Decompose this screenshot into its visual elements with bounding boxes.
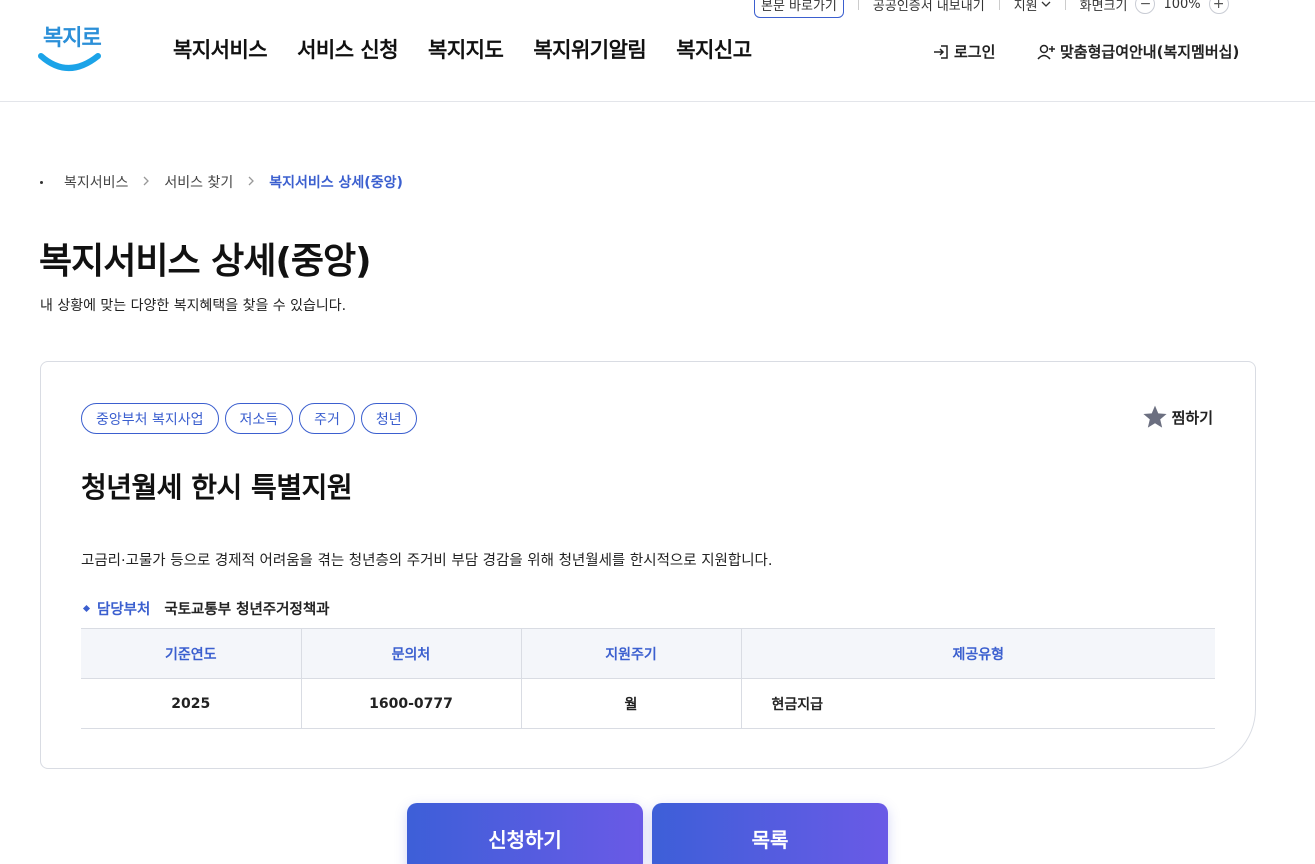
service-title: 청년월세 한시 특별지원 — [81, 471, 353, 504]
service-detail-card: 중앙부처 복지사업 저소득 주거 청년 찜하기 청년월세 한시 특별지원 고금리… — [40, 361, 1256, 769]
language-select[interactable]: 지원 — [1014, 0, 1051, 14]
page-description: 내 상황에 맞는 다양한 복지혜택을 찾을 수 있습니다. — [40, 298, 347, 314]
cell-provision-type: 현금지급 — [741, 678, 1215, 729]
zoom-in-button[interactable]: + — [1208, 0, 1229, 14]
breadcrumb: 복지서비스 서비스 찾기 복지서비스 상세(중앙) — [40, 172, 403, 192]
nav-service-apply[interactable]: 서비스 신청 — [297, 34, 398, 64]
tag-housing[interactable]: 주거 — [299, 403, 355, 434]
star-icon — [1143, 405, 1167, 428]
site-logo[interactable]: 복지로 — [38, 20, 102, 76]
user-add-icon — [1037, 44, 1055, 60]
login-link[interactable]: 로그인 — [932, 41, 995, 62]
service-tags: 중앙부처 복지사업 저소득 주거 청년 — [81, 403, 417, 434]
divider — [857, 0, 859, 10]
header-provision-type: 제공유형 — [741, 628, 1215, 679]
divider — [1064, 0, 1066, 10]
zoom-out-button[interactable]: − — [1135, 0, 1156, 14]
chevron-down-icon — [1041, 1, 1051, 7]
skip-to-content-link[interactable]: 본문 바로가기 — [754, 0, 844, 18]
header-support-cycle: 지원주기 — [521, 628, 742, 679]
table-row: 2025 1600-0777 월 현금지급 — [81, 678, 1215, 729]
login-icon — [934, 44, 948, 59]
nav-welfare-map[interactable]: 복지지도 — [428, 34, 504, 64]
breadcrumb-current: 복지서비스 상세(중앙) — [269, 175, 403, 191]
logo-smile-icon — [38, 53, 101, 71]
favorite-label: 찜하기 — [1171, 408, 1213, 427]
login-label: 로그인 — [954, 43, 996, 61]
header-contact: 문의처 — [301, 628, 522, 679]
department-info: 담당부처 국토교통부 청년주거정책과 — [81, 598, 330, 619]
table-header-row: 기준연도 문의처 지원주기 제공유형 — [81, 628, 1215, 679]
nav-welfare-report[interactable]: 복지신고 — [676, 34, 752, 64]
main-navigation: 복지서비스 서비스 신청 복지지도 복지위기알림 복지신고 — [173, 34, 782, 64]
cell-contact: 1600-0777 — [301, 678, 522, 729]
service-description: 고금리·고물가 등으로 경제적 어려움을 겪는 청년층의 주거비 부담 경감을 … — [81, 553, 773, 569]
list-button[interactable]: 목록 — [652, 803, 888, 864]
department-label: 담당부처 — [97, 602, 151, 618]
service-info-table: 기준연도 문의처 지원주기 제공유형 2025 1600-0777 월 현금지급 — [81, 628, 1215, 729]
cell-base-year: 2025 — [81, 678, 302, 729]
apply-button[interactable]: 신청하기 — [407, 803, 643, 864]
tag-youth[interactable]: 청년 — [360, 403, 417, 434]
tag-central-ministry[interactable]: 중앙부처 복지사업 — [81, 403, 219, 434]
tag-low-income[interactable]: 저소득 — [224, 403, 294, 434]
utility-bar: 본문 바로가기 공공인증서 내보내기 지원 화면크기 − 100% + — [754, 0, 1229, 18]
header-base-year: 기준연도 — [81, 628, 302, 679]
certificate-export-link[interactable]: 공공인증서 내보내기 — [873, 0, 985, 14]
page-title: 복지서비스 상세(중앙) — [39, 241, 372, 282]
zoom-control: 화면크기 − 100% + — [1080, 0, 1229, 14]
chevron-right-icon — [142, 175, 150, 190]
diamond-bullet-icon — [82, 604, 91, 613]
breadcrumb-item-service-search[interactable]: 서비스 찾기 — [164, 172, 233, 192]
divider — [998, 0, 1000, 10]
nav-crisis-alert[interactable]: 복지위기알림 — [533, 34, 646, 64]
department-value: 국토교통부 청년주거정책과 — [164, 602, 330, 618]
home-bullet-icon — [40, 180, 43, 184]
membership-link[interactable]: 맞춤형급여안내(복지멤버십) — [1036, 41, 1239, 62]
language-label: 지원 — [1013, 0, 1038, 14]
nav-welfare-service[interactable]: 복지서비스 — [173, 34, 268, 64]
zoom-value: 100% — [1163, 0, 1201, 12]
zoom-label: 화면크기 — [1079, 0, 1128, 14]
membership-label: 맞춤형급여안내(복지멤버십) — [1060, 43, 1240, 61]
favorite-button[interactable]: 찜하기 — [1142, 404, 1213, 430]
breadcrumb-item-welfare-service[interactable]: 복지서비스 — [64, 172, 128, 192]
site-header: 본문 바로가기 공공인증서 내보내기 지원 화면크기 − 100% + 복지로 … — [0, 0, 1315, 102]
chevron-right-icon — [247, 175, 255, 190]
cell-support-cycle: 월 — [521, 678, 742, 729]
